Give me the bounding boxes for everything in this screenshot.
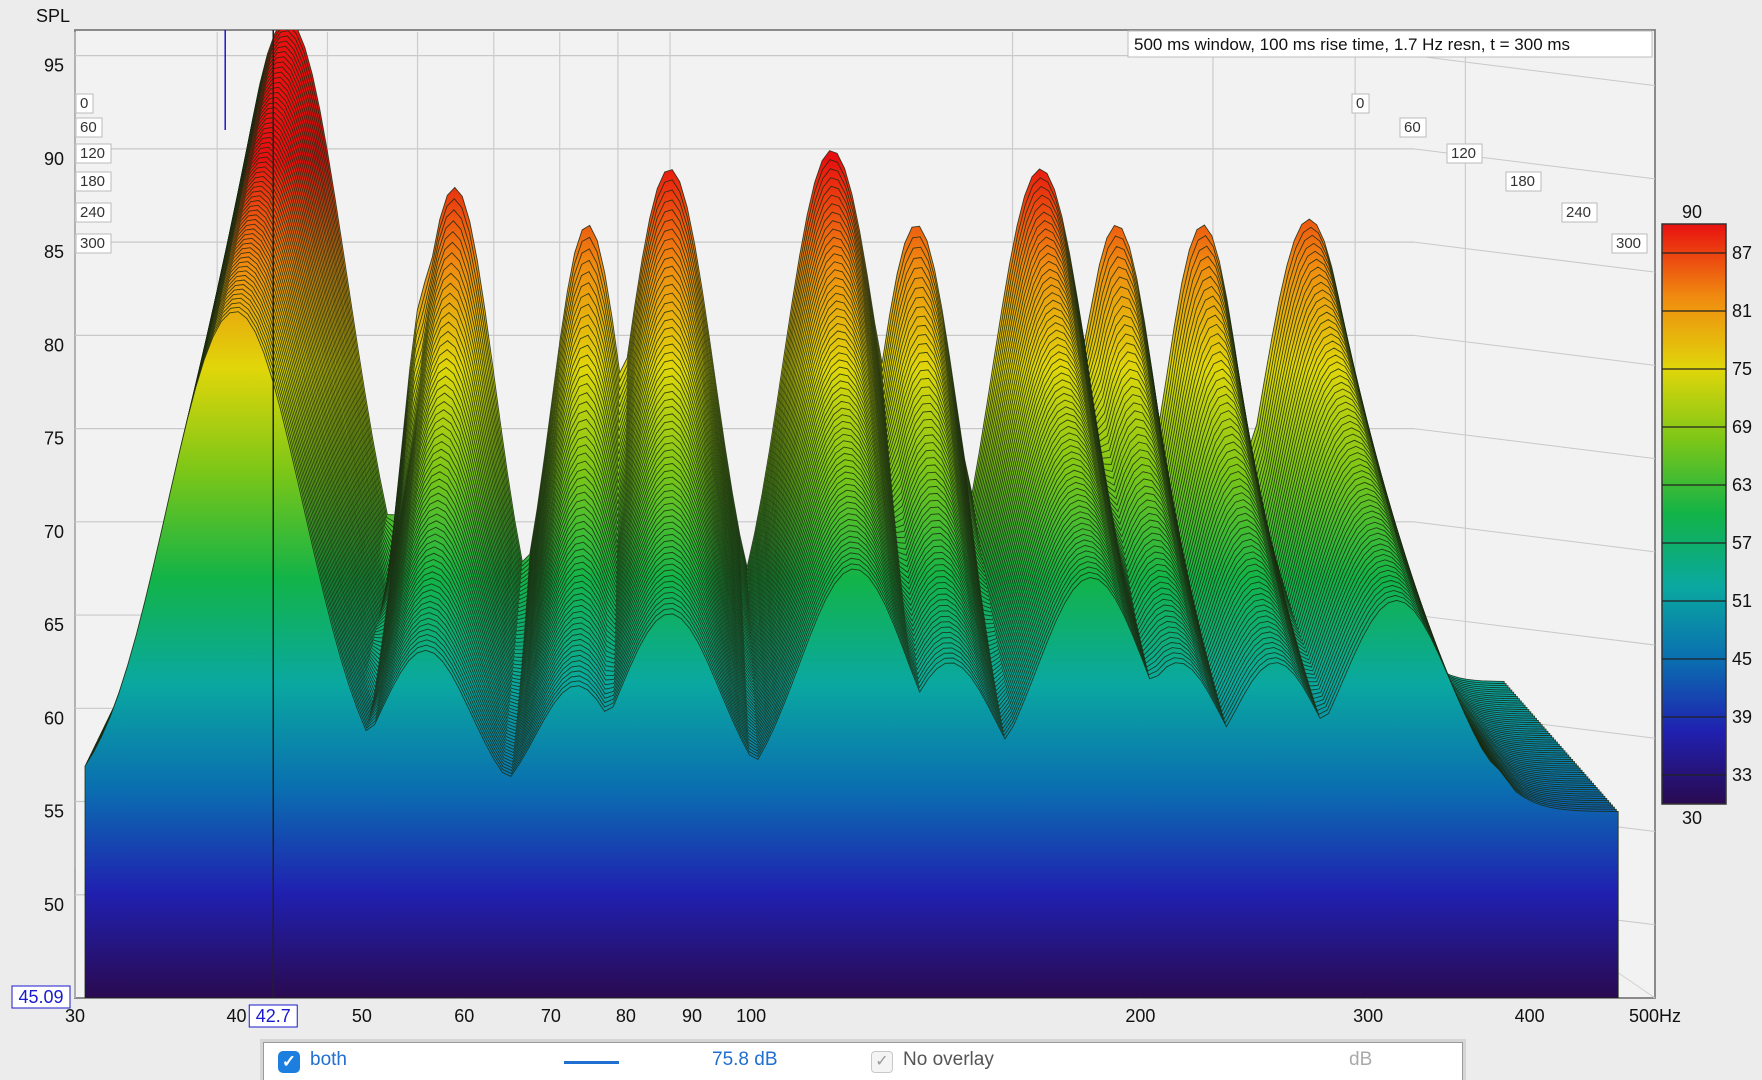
x-tick-label: 300 — [1353, 1006, 1383, 1026]
y-axis: 95 90 85 80 75 70 65 60 55 50 — [44, 56, 64, 915]
y-tick-label: 50 — [44, 895, 64, 915]
cursor-value: 75.8 dB — [712, 1049, 778, 1070]
y-tick-label: 95 — [44, 56, 64, 76]
time-tag-left-label: 300 — [80, 235, 105, 252]
colorbar-tick-label: 87 — [1732, 243, 1752, 263]
x-axis: 30 40 50 60 70 80 90 100 200 300 400 500Hz — [65, 1006, 1681, 1026]
time-tag-right-label: 300 — [1616, 235, 1641, 252]
series-checkbox[interactable]: ✓ — [278, 1051, 300, 1073]
colorbar-tick-label: 81 — [1732, 301, 1752, 321]
y-tick-label: 75 — [44, 429, 64, 449]
overlay-checkbox[interactable]: ✓ — [871, 1051, 893, 1073]
time-tag-right-label: 180 — [1510, 173, 1535, 190]
x-tick-label: 200 — [1125, 1006, 1155, 1026]
x-tick-label: 50 — [352, 1006, 372, 1026]
x-tick-label: 60 — [454, 1006, 474, 1026]
x-tick-label: 70 — [541, 1006, 561, 1026]
time-tag-left-label: 240 — [80, 204, 105, 221]
chart-title: 500 ms window, 100 ms rise time, 1.7 Hz … — [1134, 35, 1570, 54]
chart-title-box: 500 ms window, 100 ms rise time, 1.7 Hz … — [1127, 30, 1653, 58]
x-tick-label: 100 — [736, 1006, 766, 1026]
y-tick-label: 90 — [44, 149, 64, 169]
colorbar-tick-label: 39 — [1732, 707, 1752, 727]
legend-bar: ✓ both 75.8 dB ✓ No overlay dB — [263, 1042, 1463, 1080]
colorbar-tick-label: 45 — [1732, 649, 1752, 669]
colorbar-tick-label: 63 — [1732, 475, 1752, 495]
waterfall-chart: 42.7 45.09 95 90 85 80 75 70 65 60 55 50 30 40 50 60 7… — [11, 6, 1752, 1028]
colorbar-tick-label: 57 — [1732, 533, 1752, 553]
x-tick-label: 30 — [65, 1006, 85, 1026]
x-tick-label: 400 — [1515, 1006, 1545, 1026]
time-tag-left-label: 120 — [80, 145, 105, 162]
y-tick-label: 60 — [44, 708, 64, 728]
x-tick-label: 90 — [682, 1006, 702, 1026]
time-tag-right-label: 240 — [1566, 204, 1591, 221]
colorbar-tick-label: 33 — [1732, 765, 1752, 785]
time-tag-right-label: 0 — [1356, 95, 1364, 112]
frequency-cursor-value: 42.7 — [256, 1006, 291, 1026]
y-tick-label: 70 — [44, 522, 64, 542]
y-tick-label: 80 — [44, 335, 64, 355]
y-axis-label: SPL — [36, 6, 70, 26]
y-tick-label: 85 — [44, 242, 64, 262]
x-tick-label: 500Hz — [1629, 1006, 1681, 1026]
series-label: both — [310, 1049, 347, 1070]
time-tag-right-label: 120 — [1451, 145, 1476, 162]
series-line-swatch — [564, 1061, 619, 1064]
time-tag-left-label: 180 — [80, 173, 105, 190]
y-tick-label: 65 — [44, 615, 64, 635]
y-tick-label: 55 — [44, 802, 64, 822]
colorbar-tick-label: 51 — [1732, 591, 1752, 611]
level-cursor-value: 45.09 — [18, 987, 63, 1007]
colorbar-tick-label: 69 — [1732, 417, 1752, 437]
time-tag-left-label: 0 — [80, 95, 88, 112]
time-tag-right-label: 60 — [1404, 119, 1421, 136]
colorbar: 87 81 75 69 63 57 51 45 39 33 90 30 — [1661, 202, 1752, 828]
overlay-label: No overlay — [903, 1049, 994, 1070]
x-tick-label: 80 — [616, 1006, 636, 1026]
colorbar-min: 30 — [1682, 808, 1702, 828]
colorbar-max: 90 — [1682, 202, 1702, 222]
colorbar-tick-label: 75 — [1732, 359, 1752, 379]
unit-label: dB — [1349, 1049, 1373, 1070]
time-tag-left-label: 60 — [80, 119, 97, 136]
x-tick-label: 40 — [227, 1006, 247, 1026]
